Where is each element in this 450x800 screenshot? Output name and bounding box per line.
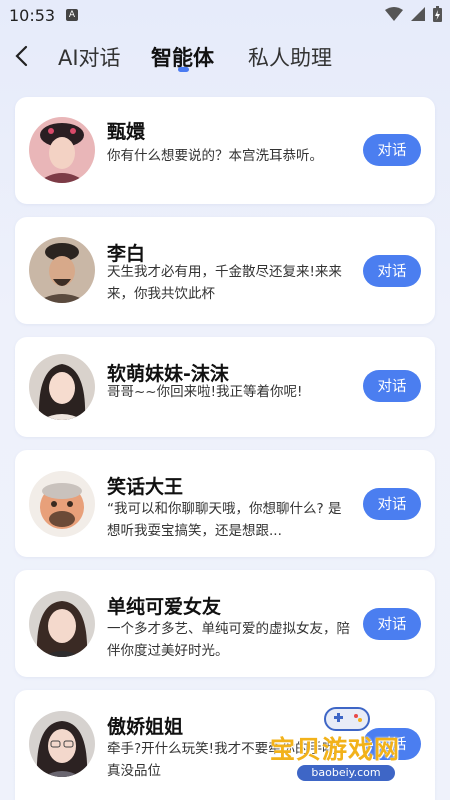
chat-button[interactable]: 对话 xyxy=(363,134,421,166)
wifi-icon xyxy=(385,7,403,21)
chat-button[interactable]: 对话 xyxy=(363,488,421,520)
signal-icon xyxy=(411,7,425,21)
agent-name: 傲娇姐姐 xyxy=(107,716,184,738)
chat-button[interactable]: 对话 xyxy=(363,255,421,287)
avatar xyxy=(29,237,95,303)
agent-card[interactable]: 单纯可爱女友 一个多才多艺、单纯可爱的虚拟女友，陪伴你度过美好时光。 对话 xyxy=(15,570,435,677)
header-tabs: AI对话 智能体 私人助理 xyxy=(0,32,450,82)
avatar xyxy=(29,354,95,420)
agent-description: “我可以和你聊聊天哦，你想聊什么? 是想听我耍宝搞笑，还是想跟... xyxy=(107,501,342,539)
avatar xyxy=(29,471,95,537)
tab-ai-chat[interactable]: AI对话 xyxy=(58,42,121,72)
watermark-logo: 宝贝游戏网 baobeiy.com xyxy=(262,700,437,795)
agent-card[interactable]: 软萌妹妹-沫沫 哥哥~~你回来啦!我正等着你呢! 对话 xyxy=(15,337,435,437)
back-button[interactable] xyxy=(8,42,34,70)
avatar xyxy=(29,711,95,777)
watermark-url: baobeiy.com xyxy=(297,765,395,781)
agent-card[interactable]: 笑话大王 “我可以和你聊聊天哦，你想聊什么? 是想听我耍宝搞笑，还是想跟... … xyxy=(15,450,435,557)
agent-name: 单纯可爱女友 xyxy=(107,596,222,618)
active-tab-indicator xyxy=(178,67,189,72)
battery-icon xyxy=(433,6,442,22)
notification-icon: A xyxy=(66,9,78,21)
agent-card[interactable]: 李白 天生我才必有用，千金散尽还复来!来来来，你我共饮此杯 对话 xyxy=(15,217,435,324)
tab-personal-assistant[interactable]: 私人助理 xyxy=(248,42,332,72)
status-bar: 10:53 A xyxy=(0,0,450,32)
agent-description: 一个多才多艺、单纯可爱的虚拟女友，陪伴你度过美好时光。 xyxy=(107,621,350,659)
chat-button[interactable]: 对话 xyxy=(363,608,421,640)
agent-description: 你有什么想要说的？本宫洗耳恭听。 xyxy=(107,148,323,164)
agent-name: 笑话大王 xyxy=(107,476,184,498)
agent-card[interactable]: 甄嬛 你有什么想要说的？本宫洗耳恭听。 对话 xyxy=(15,97,435,204)
avatar xyxy=(29,591,95,657)
agent-description: 哥哥~~你回来啦!我正等着你呢! xyxy=(107,384,303,400)
chat-button[interactable]: 对话 xyxy=(363,370,421,402)
chevron-left-icon xyxy=(15,45,28,67)
agent-description: 天生我才必有用，千金散尽还复来!来来来，你我共饮此杯 xyxy=(107,264,342,302)
avatar xyxy=(29,117,95,183)
agent-name: 甄嬛 xyxy=(107,121,146,143)
watermark-text: 宝贝游戏网 xyxy=(270,735,401,764)
status-time: 10:53 xyxy=(9,6,56,25)
system-icons xyxy=(385,6,442,22)
